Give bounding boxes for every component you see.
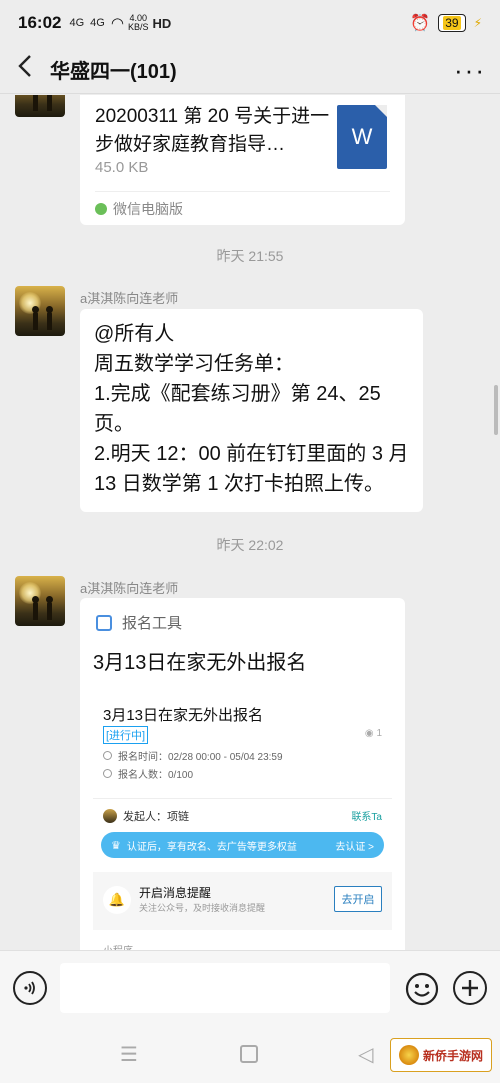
contact-link: 联系Ta <box>351 812 382 823</box>
signup-tool-icon <box>96 614 112 631</box>
signup-count: 报名人数：0/100 <box>118 770 194 781</box>
crown-icon: ♛ <box>111 839 121 852</box>
plus-icon[interactable] <box>453 971 487 1005</box>
signup-time: 报名时间：02/28 00:00 - 05/04 23:59 <box>118 752 283 763</box>
file-message[interactable]: 20200311 第 20 号关于进一步做好家庭教育指导… 45.0 KB W … <box>80 95 405 225</box>
signup-time-row: 报名时间：02/28 00:00 - 05/04 23:59 <box>103 748 283 763</box>
timestamp: 昨天 21:55 <box>216 248 284 264</box>
message-input[interactable] <box>60 963 390 1013</box>
file-name: 20200311 第 20 号关于进一步做好家庭教育指导… <box>95 106 330 155</box>
card-preview: 3月13日在家无外出报名 [进行中] ◉ 1 报名时间：02/28 00:00 … <box>93 692 392 950</box>
sender-name: a淇淇陈向连老师 <box>80 581 179 596</box>
avatar-figure <box>32 596 39 620</box>
view-count-value: 1 <box>376 728 382 739</box>
clock-icon <box>103 751 112 760</box>
message-line: 周五数学学习任务单： <box>94 353 294 375</box>
charging-icon: ⚡ <box>473 16 482 30</box>
net-speed-unit: KB/S <box>127 22 149 32</box>
banner-text: 认证后，享有改名、去广告等更多权益 <box>126 841 297 853</box>
card-title: 3月13日在家无外出报名 <box>93 652 307 674</box>
message-line: 2.明天 12：00 前在钉钉里面的 3 月 <box>94 443 409 465</box>
card-app-name: 报名工具 <box>122 615 183 632</box>
voice-input-icon[interactable] <box>13 971 47 1005</box>
more-options-icon[interactable]: ··· <box>440 57 500 83</box>
chat-header: 华盛四一(101) ··· <box>0 46 500 94</box>
reminder-title: 开启消息提醒 <box>139 886 212 900</box>
initiator-label: 发起人：项链 <box>123 811 189 823</box>
word-file-icon: W <box>337 105 387 169</box>
watermark-logo: 新侨手游网 <box>389 1038 492 1072</box>
message-line: 13 日数学第 1 次打卡拍照上传。 <box>94 473 385 495</box>
hd-indicator: HD <box>152 15 172 31</box>
avatar-figure <box>47 95 52 111</box>
home-icon[interactable] <box>240 1045 258 1063</box>
divider <box>95 191 390 192</box>
eye-icon: ◉ <box>364 728 374 739</box>
avatar[interactable] <box>15 95 65 117</box>
divider <box>93 798 392 799</box>
view-count: ◉ 1 <box>365 728 382 739</box>
file-source: 微信电脑版 <box>95 199 183 219</box>
avatar-figure <box>46 596 53 620</box>
timestamp: 昨天 22:02 <box>216 537 284 553</box>
word-file-letter: W <box>351 124 373 149</box>
wifi-icon: ◠ <box>110 15 124 32</box>
mini-program-card[interactable]: 报名工具 3月13日在家无外出报名 3月13日在家无外出报名 [进行中] ◉ 1… <box>80 598 405 950</box>
sender-name: a淇淇陈向连老师 <box>80 291 179 306</box>
avatar-figure <box>32 306 39 330</box>
battery-level: 39 <box>443 16 461 30</box>
chat-title: 华盛四一(101) <box>50 61 177 83</box>
status-badge: [进行中] <box>103 726 149 744</box>
avatar-figure <box>33 95 38 111</box>
enable-reminder-button: 去开启 <box>334 886 382 912</box>
emoji-icon[interactable] <box>404 971 440 1007</box>
file-size: 45.0 KB <box>95 159 149 176</box>
file-source-label: 微信电脑版 <box>113 201 183 217</box>
status-time: 16:02 <box>18 13 62 32</box>
back-icon[interactable] <box>0 54 50 85</box>
alarm-icon: ⏰ <box>410 15 431 32</box>
avatar[interactable] <box>15 576 65 626</box>
bell-icon: 🔔 <box>103 886 131 914</box>
watermark-icon <box>398 1045 419 1065</box>
signal-4g-1: 4G <box>69 17 85 29</box>
scrollbar[interactable] <box>494 385 498 435</box>
status-bar: 16:02 4G 4G ◠ 4.00 KB/S HD ⏰ 39 ⚡ <box>0 0 500 46</box>
message-line: @所有人 <box>94 323 175 345</box>
banner-action: 去认证 > <box>335 841 374 853</box>
signup-count-row: 报名人数：0/100 <box>103 766 193 781</box>
net-speed: 4.00 KB/S <box>128 14 149 32</box>
card-app: 报名工具 <box>96 612 182 633</box>
system-nav-bar: ☰ ◁ 新侨手游网 <box>0 1026 500 1083</box>
avatar-figure <box>46 306 53 330</box>
mini-program-label: 小程序 <box>103 942 133 950</box>
avatar[interactable] <box>15 286 65 336</box>
text-message[interactable]: @所有人 周五数学学习任务单： 1.完成《配套练习册》第 24、25 页。 2.… <box>80 309 423 512</box>
signal-4g-2: 4G <box>90 17 105 29</box>
watermark-text: 新侨手游网 <box>422 1048 483 1063</box>
message-line: 1.完成《配套练习册》第 24、25 <box>94 383 381 405</box>
verify-banner: ♛ 认证后，享有改名、去广告等更多权益 去认证 > <box>101 832 384 858</box>
message-line: 页。 <box>94 413 134 435</box>
input-bar <box>0 950 500 1026</box>
initiator: 发起人：项链 <box>103 808 189 824</box>
chat-area[interactable]: 20200311 第 20 号关于进一步做好家庭教育指导… 45.0 KB W … <box>0 95 500 950</box>
message-text: @所有人 周五数学学习任务单： 1.完成《配套练习册》第 24、25 页。 2.… <box>80 309 423 509</box>
wechat-pc-icon <box>95 203 107 215</box>
reminder-subtitle: 关注公众号，及时接收消息提醒 <box>139 903 266 913</box>
reminder-section: 🔔 开启消息提醒 关注公众号，及时接收消息提醒 去开启 <box>93 872 392 930</box>
preview-title: 3月13日在家无外出报名 <box>103 707 264 724</box>
battery-indicator: 39 <box>438 14 466 32</box>
back-triangle-icon[interactable]: ◁ <box>358 1042 373 1067</box>
initiator-avatar <box>103 809 117 823</box>
people-icon <box>103 769 112 778</box>
menu-icon[interactable]: ☰ <box>120 1042 138 1067</box>
